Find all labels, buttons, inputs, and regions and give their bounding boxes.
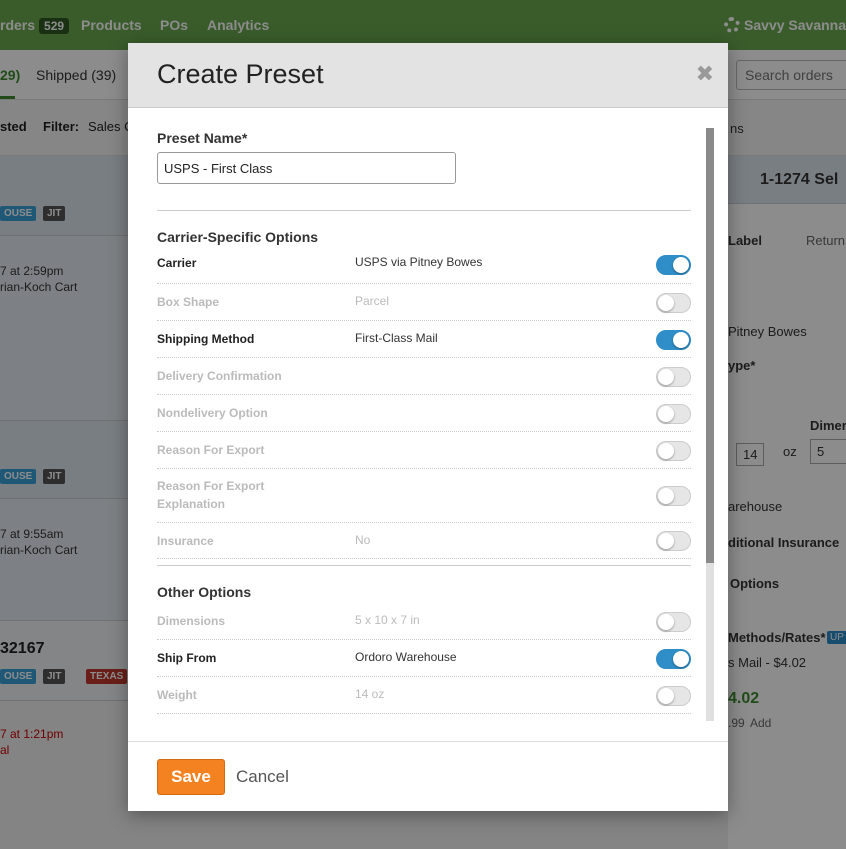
option-value: Parcel	[355, 294, 390, 308]
modal-title: Create Preset	[157, 59, 324, 89]
create-preset-modal: Create Preset ✖ Preset Name* Carrier-Spe…	[128, 43, 728, 811]
option-toggle[interactable]	[656, 367, 691, 387]
option-toggle[interactable]	[656, 293, 691, 313]
option-value: USPS via Pitney Bowes	[355, 255, 483, 269]
option-row: Insurance No	[157, 523, 691, 559]
option-row: Carrier USPS via Pitney Bowes	[157, 245, 691, 284]
toggle-knob	[673, 651, 689, 667]
toggle-knob	[658, 688, 674, 704]
option-toggle[interactable]	[656, 531, 691, 551]
option-toggle[interactable]	[656, 486, 691, 506]
preset-name-input[interactable]	[157, 152, 456, 184]
modal-body: Preset Name* Carrier-Specific Options Ca…	[128, 109, 728, 741]
option-name: Reason For Export Explanation	[157, 479, 265, 511]
option-name: Insurance	[157, 534, 214, 548]
toggle-knob	[658, 406, 674, 422]
option-name: Shipping Method	[157, 332, 255, 346]
toggle-knob	[673, 257, 689, 273]
toggle-knob	[658, 614, 674, 630]
cancel-button[interactable]: Cancel	[236, 767, 289, 787]
option-name: Box Shape	[157, 295, 220, 309]
save-button[interactable]: Save	[157, 759, 225, 795]
option-name: Ship From	[157, 651, 217, 665]
option-row: Reason For Export Explanation	[157, 469, 691, 523]
option-name: Dimensions	[157, 614, 226, 628]
option-row: Dimensions 5 x 10 x 7 in	[157, 603, 691, 640]
option-name: Weight	[157, 688, 197, 702]
option-toggle[interactable]	[656, 441, 691, 461]
divider	[157, 210, 691, 211]
option-toggle[interactable]	[656, 330, 691, 350]
toggle-knob	[658, 488, 674, 504]
option-row: Reason For Export	[157, 432, 691, 469]
toggle-knob	[658, 443, 674, 459]
toggle-knob	[658, 369, 674, 385]
toggle-knob	[673, 332, 689, 348]
option-toggle[interactable]	[656, 686, 691, 706]
option-value: 14 oz	[355, 687, 385, 701]
option-name: Reason For Export	[157, 443, 265, 457]
option-name: Carrier	[157, 256, 197, 270]
carrier-options-title: Carrier-Specific Options	[157, 229, 319, 245]
option-toggle[interactable]	[656, 612, 691, 632]
option-row: Weight 14 oz	[157, 677, 691, 714]
option-value: 5 x 10 x 7 in	[355, 613, 420, 627]
modal-footer: Save Cancel	[128, 741, 728, 811]
option-value: Ordoro Warehouse	[355, 650, 457, 664]
option-row: Delivery Confirmation	[157, 358, 691, 395]
option-toggle[interactable]	[656, 649, 691, 669]
option-name: Delivery Confirmation	[157, 369, 282, 383]
option-toggle[interactable]	[656, 404, 691, 424]
option-row: Shipping Method First-Class Mail	[157, 321, 691, 358]
option-toggle[interactable]	[656, 255, 691, 275]
option-row: Nondelivery Option	[157, 395, 691, 432]
option-value: First-Class Mail	[355, 331, 438, 345]
scrollbar-thumb[interactable]	[706, 128, 714, 563]
modal-header: Create Preset ✖	[128, 43, 728, 108]
toggle-knob	[658, 295, 674, 311]
close-icon[interactable]: ✖	[696, 63, 714, 85]
option-name: Nondelivery Option	[157, 406, 268, 420]
other-options-title: Other Options	[157, 584, 252, 600]
toggle-knob	[658, 533, 674, 549]
preset-name-label: Preset Name*	[157, 130, 248, 146]
option-row: Ship From Ordoro Warehouse	[157, 640, 691, 677]
option-row: Box Shape Parcel	[157, 284, 691, 321]
divider	[157, 565, 691, 566]
option-value: No	[355, 533, 371, 547]
